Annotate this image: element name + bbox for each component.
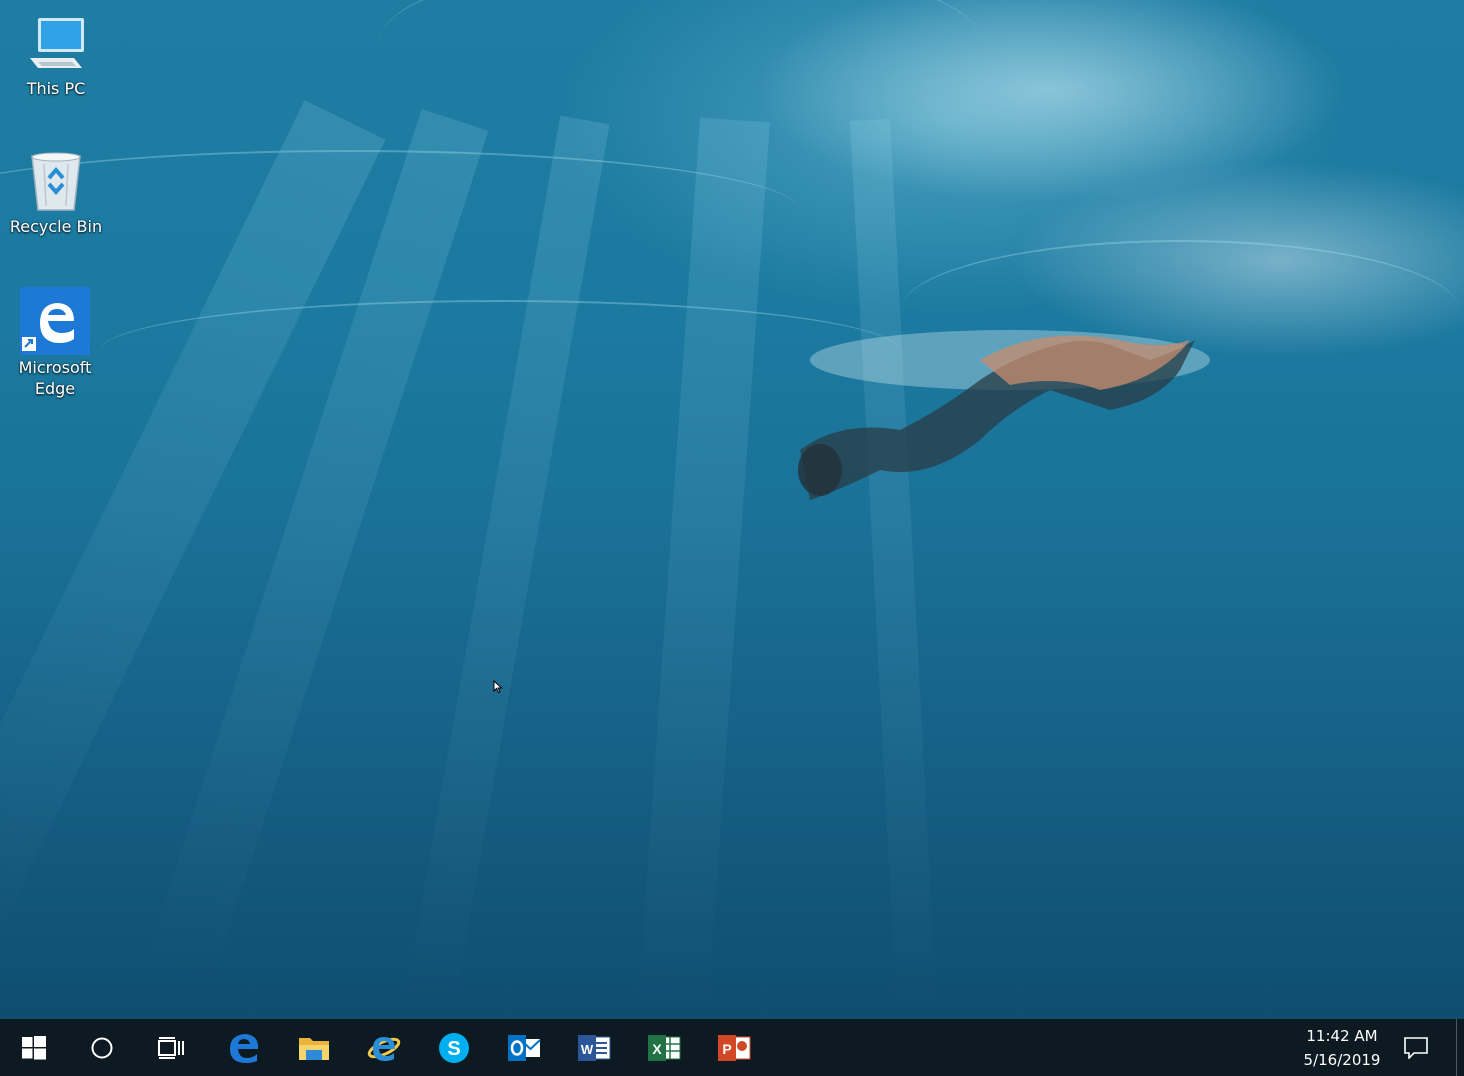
word-icon: W — [578, 1034, 611, 1061]
water-wave — [0, 150, 800, 272]
skype-icon: S — [439, 1032, 469, 1063]
svg-text:S: S — [447, 1038, 460, 1060]
desktop-icon-label: Microsoft — [18, 358, 92, 377]
outlook-icon — [508, 1034, 541, 1061]
task-view-icon — [158, 1036, 184, 1059]
internet-explorer-button[interactable] — [354, 1019, 414, 1076]
powerpoint-icon: P — [718, 1034, 751, 1061]
computer-icon — [30, 18, 84, 68]
desktop-icon-microsoft-edge[interactable]: Microsoft Edge — [5, 287, 105, 399]
clock-time: 11:42 AM — [1306, 1026, 1378, 1045]
edge-icon — [230, 1033, 259, 1063]
svg-text:W: W — [581, 1042, 594, 1057]
skype-button[interactable]: S — [424, 1019, 484, 1076]
show-desktop-button[interactable] — [1456, 1019, 1464, 1076]
taskbar-edge-button[interactable] — [214, 1019, 274, 1076]
file-explorer-button[interactable] — [284, 1019, 344, 1076]
ie-icon — [367, 1036, 401, 1061]
word-button[interactable]: W — [564, 1019, 624, 1076]
desktop-icon-label: Edge — [34, 379, 76, 398]
desktop-icon-label: This PC — [26, 79, 86, 98]
desktop-icon-label: Recycle Bin — [9, 217, 103, 236]
desktop-icon-this-pc[interactable]: This PC — [6, 14, 106, 99]
cortana-button[interactable] — [72, 1019, 132, 1076]
desktop-icon-recycle-bin[interactable]: Recycle Bin — [6, 150, 106, 237]
folder-icon — [299, 1037, 329, 1060]
task-view-button[interactable] — [141, 1019, 201, 1076]
desktop-background[interactable]: This PC Recycle Bin Microsoft Edge — [0, 0, 1464, 1019]
windows-logo-icon — [22, 1035, 46, 1059]
clock-date: 5/16/2019 — [1303, 1050, 1381, 1069]
svg-text:P: P — [722, 1041, 731, 1057]
action-center-icon — [1404, 1036, 1428, 1059]
svg-text:X: X — [652, 1041, 662, 1057]
water-wave — [380, 0, 980, 122]
powerpoint-button[interactable]: P — [704, 1019, 764, 1076]
action-center-button[interactable] — [1388, 1019, 1444, 1076]
outlook-button[interactable] — [494, 1019, 554, 1076]
recycle-bin-icon — [31, 152, 81, 211]
excel-icon: X — [648, 1034, 681, 1061]
system-clock[interactable]: 11:42 AM 5/16/2019 — [1290, 1019, 1394, 1076]
mouse-cursor-icon — [493, 680, 503, 694]
start-button[interactable] — [4, 1019, 64, 1076]
excel-button[interactable]: X — [634, 1019, 694, 1076]
diver-illustration — [798, 330, 1210, 500]
taskbar: S W X P 11:42 AM 5/16/2019 — [0, 1019, 1464, 1076]
light-ray — [850, 118, 938, 1019]
search-circle-icon — [91, 1037, 113, 1058]
edge-icon — [20, 287, 90, 355]
